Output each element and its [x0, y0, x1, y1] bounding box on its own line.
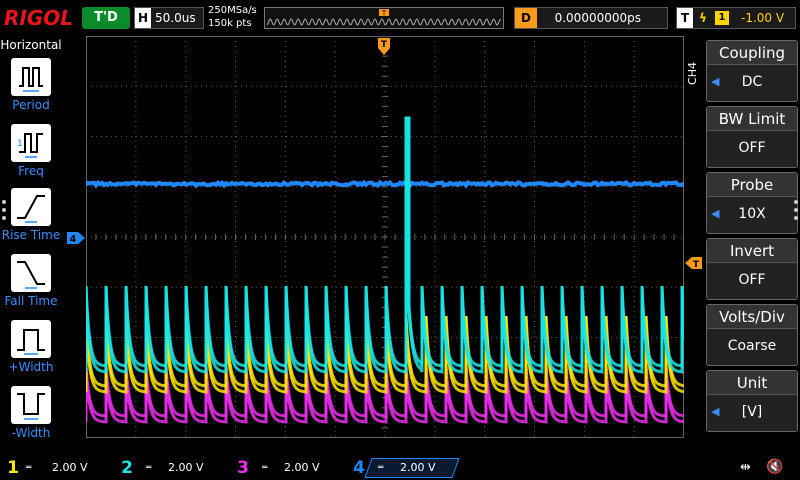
- trigger-level-marker[interactable]: T: [684, 256, 704, 270]
- ch2-number: 2: [118, 456, 136, 480]
- trigger-position-marker-label: T: [381, 40, 388, 50]
- menu-channel-tag: CH4: [686, 62, 700, 85]
- measure-negative-width-label: -Width: [0, 426, 66, 440]
- trigger-position-marker[interactable]: T: [377, 37, 391, 57]
- ch4-dc-coupling-icon: ═: [378, 456, 383, 480]
- trigger-source: 1: [715, 11, 729, 25]
- coupling-arrow-icon: ◀: [711, 75, 719, 88]
- trigger-level-marker-label: T: [693, 260, 700, 270]
- ch3-scale: 2.00 V: [284, 456, 320, 480]
- ch4-offset-marker[interactable]: 4: [66, 231, 86, 245]
- timebase-display[interactable]: H 50.0us: [134, 7, 204, 29]
- ch2-dc-coupling-icon: ═: [146, 456, 151, 480]
- fall-time-icon: [11, 254, 51, 292]
- delay-value: 0.00000000ps: [555, 8, 641, 28]
- channel-status-bar: 1 ═ 2.00 V 2 ═ 2.00 V 3 ═ 2.00 V 4 ═ 2.0…: [0, 456, 800, 480]
- ch4-offset-marker-label: 4: [70, 234, 77, 245]
- unit-menu-button[interactable]: Unit [V] ◀: [706, 370, 798, 432]
- ch3-dc-coupling-icon: ═: [262, 456, 267, 480]
- speaker-mute-icon[interactable]: 🔇: [766, 459, 783, 475]
- measure-period[interactable]: Period: [8, 58, 54, 112]
- ch2-status[interactable]: 2 ═ 2.00 V: [118, 456, 230, 480]
- right-scroll-dots: [794, 196, 800, 224]
- probe-arrow-icon: ◀: [711, 207, 719, 220]
- rising-edge-icon: ϟ: [699, 8, 707, 28]
- coupling-title: Coupling: [707, 41, 797, 65]
- negative-width-icon: [11, 386, 51, 424]
- trigger-status-badge: T'D: [82, 7, 130, 29]
- unit-value: [V]: [707, 395, 797, 429]
- probe-menu-button[interactable]: Probe 10X ◀: [706, 172, 798, 234]
- volts-div-menu-button[interactable]: Volts/Div Coarse: [706, 304, 798, 366]
- ch1-scale: 2.00 V: [52, 456, 88, 480]
- unit-arrow-icon: ◀: [711, 405, 719, 418]
- ch4-waveform: [86, 183, 684, 186]
- left-scroll-dots: [2, 196, 8, 224]
- invert-title: Invert: [707, 239, 797, 263]
- waveform-display[interactable]: [86, 36, 684, 438]
- bw-limit-title: BW Limit: [707, 107, 797, 131]
- measure-positive-width[interactable]: +Width: [8, 320, 54, 374]
- svg-text:1: 1: [17, 139, 23, 149]
- coupling-value: DC: [707, 65, 797, 99]
- ch1-dc-coupling-icon: ═: [26, 456, 31, 480]
- waveform-canvas[interactable]: [86, 36, 684, 438]
- ch4-number: 4: [350, 456, 368, 480]
- ch1-number: 1: [4, 456, 22, 480]
- timebase-value: 50.0us: [151, 11, 196, 25]
- frequency-icon: 1: [11, 124, 51, 162]
- volts-div-value: Coarse: [707, 329, 797, 363]
- usb-icon: ⇹: [740, 460, 751, 475]
- delay-display[interactable]: D 0.00000000ps: [514, 7, 668, 29]
- measure-frequency[interactable]: 1 Freq: [8, 124, 54, 178]
- ch2-scale: 2.00 V: [168, 456, 204, 480]
- measure-period-label: Period: [0, 98, 66, 112]
- horizontal-label: H: [135, 8, 151, 28]
- measure-rise-time-label: Rise Time: [0, 228, 66, 242]
- unit-title: Unit: [707, 371, 797, 395]
- invert-menu-button[interactable]: Invert OFF: [706, 238, 798, 300]
- bw-limit-value: OFF: [707, 131, 797, 165]
- invert-value: OFF: [707, 263, 797, 297]
- rise-time-icon: [11, 188, 51, 226]
- measure-fall-time[interactable]: Fall Time: [8, 254, 54, 308]
- probe-title: Probe: [707, 173, 797, 197]
- sample-rate: 250MSa/s: [208, 4, 257, 17]
- measure-frequency-label: Freq: [0, 164, 66, 178]
- trigger-display[interactable]: T ϟ 1 -1.00 V: [676, 7, 796, 29]
- channel-menu-panel: Coupling DC ◀ BW Limit OFF Probe 10X ◀ I…: [702, 36, 800, 456]
- volts-div-title: Volts/Div: [707, 305, 797, 329]
- memory-trigger-marker-label: T: [381, 10, 387, 18]
- ch4-scale: 2.00 V: [400, 456, 436, 480]
- brand-logo: RIGOL: [4, 6, 73, 30]
- measure-rise-time[interactable]: Rise Time: [8, 188, 54, 242]
- bw-limit-menu-button[interactable]: BW Limit OFF: [706, 106, 798, 168]
- memory-waveform-preview: T: [265, 8, 503, 28]
- ch4-status[interactable]: 4 ═ 2.00 V: [350, 456, 464, 480]
- acquisition-info: 250MSa/s 150k pts: [208, 4, 257, 30]
- ch3-status[interactable]: 3 ═ 2.00 V: [234, 456, 346, 480]
- memory-overview-bar: T: [264, 7, 504, 29]
- measure-positive-width-label: +Width: [0, 360, 66, 374]
- trigger-label: T: [677, 8, 693, 28]
- horizontal-measure-panel: Horizontal Period 1 Freq Rise Time Fall …: [0, 36, 62, 456]
- probe-value: 10X: [707, 197, 797, 231]
- measure-negative-width[interactable]: -Width: [8, 386, 54, 440]
- coupling-menu-button[interactable]: Coupling DC ◀: [706, 40, 798, 102]
- trigger-level: -1.00 V: [741, 8, 784, 28]
- top-status-bar: RIGOL T'D H 50.0us 250MSa/s 150k pts T D …: [0, 0, 800, 36]
- ch1-status[interactable]: 1 ═ 2.00 V: [4, 456, 116, 480]
- memory-depth: 150k pts: [208, 17, 257, 30]
- left-panel-title: Horizontal: [0, 38, 62, 52]
- measure-fall-time-label: Fall Time: [0, 294, 66, 308]
- positive-width-icon: [11, 320, 51, 358]
- delay-label: D: [515, 8, 537, 28]
- ch3-number: 3: [234, 456, 252, 480]
- period-icon: [11, 58, 51, 96]
